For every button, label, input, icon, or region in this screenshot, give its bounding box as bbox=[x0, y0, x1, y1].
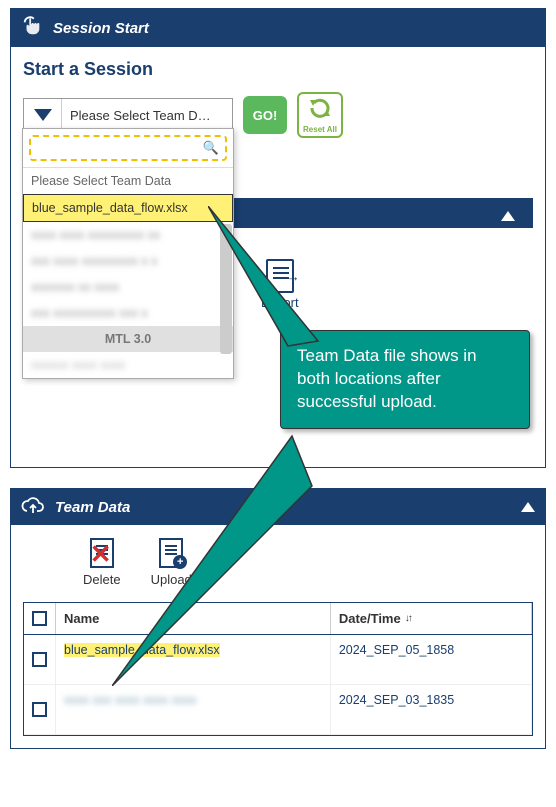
session-start-title: Session Start bbox=[53, 20, 149, 37]
reset-label: Reset All bbox=[303, 125, 337, 134]
file-date-cell: 2024_SEP_05_1858 bbox=[331, 635, 532, 684]
row-checkbox[interactable] bbox=[32, 702, 47, 717]
dropdown-arrow-icon bbox=[24, 99, 62, 131]
column-date[interactable]: Date/Time ↓↑ bbox=[331, 603, 532, 634]
select-all-checkbox-cell bbox=[24, 603, 56, 634]
sort-desc-icon: ↓↑ bbox=[405, 613, 411, 624]
table-row: xxxx xxx xxxx xxxx xxxx2024_SEP_03_1835 bbox=[24, 685, 532, 735]
dropdown-search[interactable]: 🔍 bbox=[29, 135, 227, 161]
collapse-icon[interactable] bbox=[501, 208, 515, 226]
collapse-icon[interactable] bbox=[521, 499, 535, 516]
cloud-upload-icon bbox=[21, 495, 45, 519]
dropdown-item-blurred[interactable]: xxxxxxx xx xxxx bbox=[23, 274, 233, 300]
session-start-header: Session Start bbox=[11, 9, 545, 47]
pointer-icon bbox=[21, 15, 43, 41]
search-icon: 🔍 bbox=[203, 140, 219, 156]
dropdown-item-blurred[interactable]: xxx xxxxxxxxxx xxx x bbox=[23, 300, 233, 326]
row-checkbox-cell bbox=[24, 685, 56, 734]
reset-all-button[interactable]: Reset All bbox=[297, 92, 343, 138]
dropdown-item-blurred[interactable]: xxxxxx xxxx xxxx bbox=[23, 352, 233, 378]
dropdown-item-blurred[interactable]: xxxx xxxx xxxxxxxxx xx bbox=[23, 222, 233, 248]
select-all-checkbox[interactable] bbox=[32, 611, 47, 626]
row-checkbox-cell bbox=[24, 635, 56, 684]
dropdown-search-input[interactable] bbox=[37, 141, 203, 155]
row-checkbox[interactable] bbox=[32, 652, 47, 667]
dropdown-selected-text: Please Select Team D… bbox=[62, 108, 232, 123]
start-session-heading: Start a Session bbox=[23, 59, 533, 80]
team-data-dropdown[interactable]: Please Select Team D… bbox=[23, 98, 233, 132]
annotation-callout: Team Data file shows in both locations a… bbox=[280, 330, 530, 429]
file-date-cell: 2024_SEP_03_1835 bbox=[331, 685, 532, 734]
dropdown-item-blurred[interactable]: xxx xxxx xxxxxxxxx x x bbox=[23, 248, 233, 274]
dropdown-item-placeholder[interactable]: Please Select Team Data bbox=[23, 168, 233, 194]
go-button[interactable]: GO! bbox=[243, 96, 287, 134]
dropdown-item-highlighted[interactable]: blue_sample_data_flow.xlsx bbox=[23, 194, 233, 222]
file-name-cell[interactable]: xxxx xxx xxxx xxxx xxxx bbox=[56, 685, 331, 734]
team-data-dropdown-list: 🔍 Please Select Team Data blue_sample_da… bbox=[22, 128, 234, 379]
dropdown-section-header: MTL 3.0 bbox=[23, 326, 233, 352]
reset-icon bbox=[308, 96, 332, 125]
